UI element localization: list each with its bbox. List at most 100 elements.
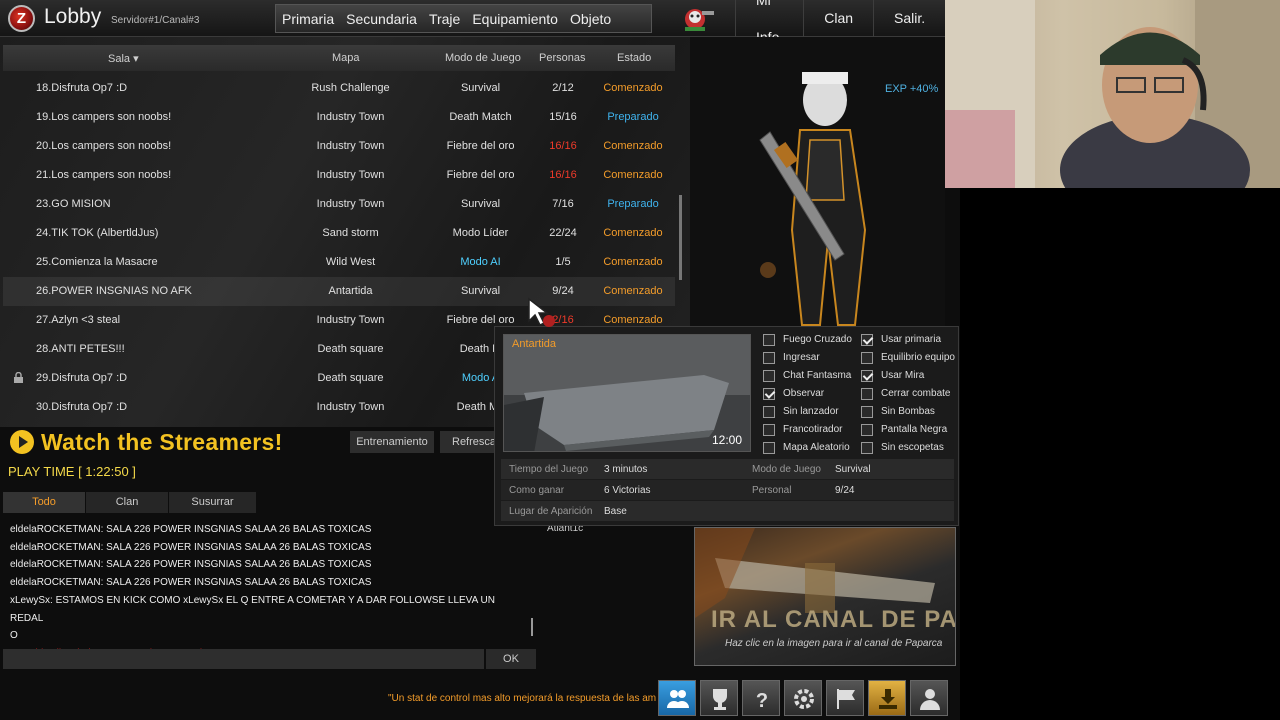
checkbox[interactable]: [861, 406, 873, 418]
promo-subtitle: Haz clic en la imagen para ir al canal d…: [725, 638, 943, 649]
info-label: Personal: [752, 485, 792, 496]
checkbox[interactable]: [861, 352, 873, 364]
nav-clan[interactable]: Clan: [803, 0, 873, 37]
info-label: Tiempo del Juego: [509, 464, 589, 475]
watch-streamers-label: Watch the Streamers!: [41, 428, 283, 455]
header-estado[interactable]: Estado: [617, 52, 651, 64]
friends-button[interactable]: [658, 680, 696, 716]
watch-streamers-banner[interactable]: Watch the Streamers!: [10, 426, 283, 458]
room-name: 23.GO MISION: [36, 198, 111, 210]
room-map: Antartida: [328, 285, 373, 297]
checkbox[interactable]: [763, 370, 775, 382]
download-icon: [879, 689, 897, 709]
header-personas[interactable]: Personas: [539, 52, 585, 64]
room-mode: Death Match: [449, 111, 512, 123]
promo-title: IR AL CANAL DE PAPARCA: [711, 606, 956, 633]
info-value: 6 Victorias: [604, 485, 651, 496]
refresh-button[interactable]: Refresca: [440, 431, 500, 453]
room-people: 16/16: [549, 169, 577, 181]
profile-button[interactable]: [910, 680, 948, 716]
room-name: 18.Disfruta Op7 :D: [36, 82, 128, 94]
help-button[interactable]: ?: [742, 680, 780, 716]
room-people: 22/24: [549, 227, 577, 239]
game-logo-icon: Z: [8, 5, 35, 32]
header-modo[interactable]: Modo de Juego: [445, 52, 521, 64]
bottom-icon-bar: ?: [658, 680, 952, 716]
nav-equipamiento[interactable]: Equipamiento: [466, 11, 564, 27]
checkbox[interactable]: [763, 424, 775, 436]
play-icon: [10, 430, 34, 454]
checkbox-checked[interactable]: [763, 388, 775, 400]
chat-input[interactable]: [3, 649, 484, 669]
checkbox[interactable]: [763, 406, 775, 418]
table-row[interactable]: 24.TIK TOK (AlbertldJus) Sand storm Modo…: [3, 219, 675, 248]
room-mode: Fiebre del oro: [446, 140, 515, 152]
table-row[interactable]: 25.Comienza la Masacre Wild West Modo AI…: [3, 248, 675, 277]
promo-banner[interactable]: IR AL CANAL DE PAPARCA Haz clic en la im…: [694, 527, 956, 666]
table-row[interactable]: 18.Disfruta Op7 :D Rush Challenge Surviv…: [3, 74, 675, 103]
table-row[interactable]: 19.Los campers son noobs! Industry Town …: [3, 103, 675, 132]
room-state: Comenzado: [603, 285, 663, 297]
checkbox[interactable]: [861, 388, 873, 400]
option-label: Pantalla Negra: [881, 424, 948, 435]
room-map: Death square: [317, 343, 384, 355]
nav-primaria[interactable]: Primaria: [276, 11, 340, 27]
tab-susurrar[interactable]: Susurrar: [169, 492, 256, 513]
nav-objeto[interactable]: Objeto: [564, 11, 617, 27]
header-sala[interactable]: Sala ▾: [108, 52, 139, 65]
room-people: 9/24: [552, 285, 574, 297]
clan-flag-button[interactable]: [826, 680, 864, 716]
nav-traje[interactable]: Traje: [423, 11, 466, 27]
room-name: 20.Los campers son noobs!: [36, 140, 172, 152]
chat-line: eldelaROCKETMAN: SALA 226 POWER INSGNIAS…: [10, 559, 372, 571]
info-value: Base: [604, 506, 627, 517]
settings-button[interactable]: [784, 680, 822, 716]
page-title: Lobby: [44, 5, 102, 28]
lock-icon: [14, 372, 23, 383]
nav-salir[interactable]: Salir.: [873, 0, 945, 37]
table-row[interactable]: 20.Los campers son noobs! Industry Town …: [3, 132, 675, 161]
room-state: Comenzado: [603, 82, 663, 94]
table-row[interactable]: 21.Los campers son noobs! Industry Town …: [3, 161, 675, 190]
nav-secundaria[interactable]: Secundaria: [340, 11, 423, 27]
download-button[interactable]: [868, 680, 906, 716]
character-model-icon[interactable]: [740, 60, 910, 330]
option-label: Cerrar combate: [881, 388, 951, 399]
option-label: Chat Fantasma: [783, 370, 852, 381]
room-map: Sand storm: [322, 227, 379, 239]
room-mode: Fiebre del oro: [446, 169, 515, 181]
table-row[interactable]: 23.GO MISION Industry Town Survival 7/16…: [3, 190, 675, 219]
flag-icon: [837, 689, 855, 709]
right-empty-area: [960, 188, 1280, 720]
checkbox[interactable]: [763, 352, 775, 364]
ranking-button[interactable]: [700, 680, 738, 716]
tab-clan[interactable]: Clan: [86, 492, 168, 513]
checkbox[interactable]: [861, 442, 873, 454]
checkbox[interactable]: [763, 442, 775, 454]
option-label: Equilibrio equipo: [881, 352, 955, 363]
gear-icon: [794, 689, 814, 709]
room-name: 21.Los campers son noobs!: [36, 169, 172, 181]
chat-send-button[interactable]: OK: [486, 649, 536, 669]
mascot-icon[interactable]: [680, 3, 716, 33]
checkbox-checked[interactable]: [861, 370, 873, 382]
checkbox[interactable]: [861, 424, 873, 436]
room-map: Rush Challenge: [311, 82, 390, 94]
room-state: Comenzado: [603, 169, 663, 181]
chat-scrollbar[interactable]: [531, 618, 533, 636]
help-icon: ?: [756, 690, 768, 712]
room-map: Industry Town: [316, 314, 385, 326]
room-mode: Survival: [460, 285, 501, 297]
chat-line: O: [10, 630, 18, 642]
room-name: 27.Azlyn <3 steal: [36, 314, 121, 326]
checkbox-checked[interactable]: [861, 334, 873, 346]
tab-todo[interactable]: Todo: [3, 492, 85, 513]
room-state: Comenzado: [603, 140, 663, 152]
info-label: Como ganar: [509, 485, 565, 496]
room-list-scrollbar[interactable]: [679, 195, 682, 280]
room-name: 19.Los campers son noobs!: [36, 111, 172, 123]
training-button[interactable]: Entrenamiento: [350, 431, 434, 453]
checkbox[interactable]: [763, 334, 775, 346]
header-mapa[interactable]: Mapa: [332, 52, 360, 64]
table-row-selected[interactable]: 26.POWER INSGNIAS NO AFK Antartida Survi…: [3, 277, 675, 306]
